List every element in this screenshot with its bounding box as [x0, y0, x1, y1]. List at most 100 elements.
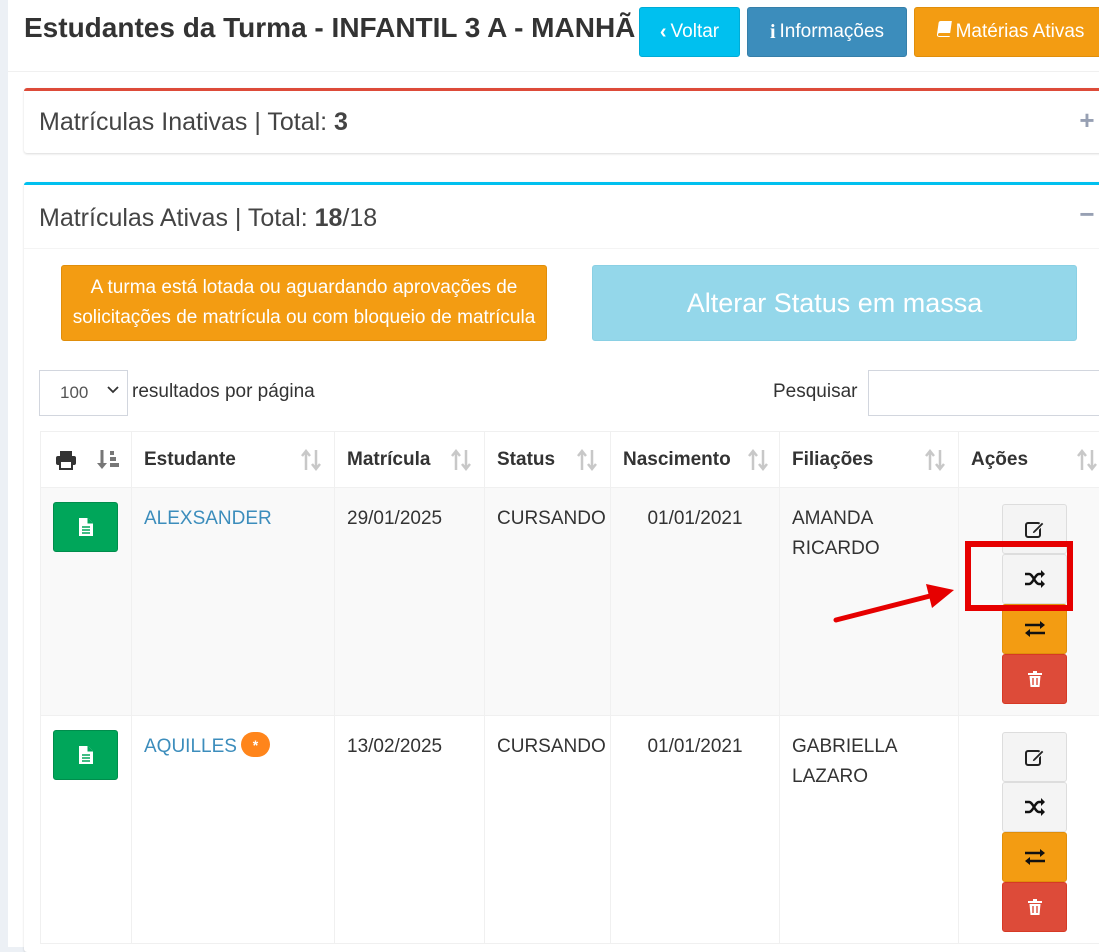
enrollment-date-cell: 29/01/2025	[335, 488, 485, 716]
student-name-cell: ALEXSANDER	[132, 488, 335, 716]
inactive-enrollments-box: Matrículas Inativas | Total: 3 +	[24, 88, 1099, 153]
info-icon: i	[770, 21, 776, 44]
row-actions	[971, 732, 1098, 932]
table-header-row: Estudante Matrícula Status Nascimento	[41, 432, 1099, 488]
active-enrollments-capacity: /18	[342, 204, 377, 232]
column-header-acoes-label: Ações	[971, 449, 1028, 470]
column-header-acoes[interactable]: Ações	[959, 432, 1099, 488]
change-class-button[interactable]	[1002, 554, 1067, 604]
student-badge: *	[241, 732, 270, 757]
student-name-link[interactable]: ALEXSANDER	[144, 508, 272, 529]
chevron-down-icon	[107, 383, 119, 395]
search-input[interactable]	[868, 370, 1099, 416]
table-row: AQUILLES* 13/02/2025 CURSANDO 01/01/2021…	[41, 716, 1099, 944]
sort-icon	[300, 449, 322, 471]
trash-icon	[1028, 671, 1042, 687]
search-label: Pesquisar	[773, 381, 858, 403]
inactive-enrollments-label: Matrículas Inativas | Total:	[39, 108, 334, 136]
page-header: Estudantes da Turma - INFANTIL 3 A - MAN…	[8, 0, 1099, 72]
expand-box-button[interactable]: +	[1076, 105, 1098, 136]
sort-icon	[450, 449, 472, 471]
active-enrollments-count: 18	[315, 204, 343, 232]
active-subjects-button-label: Matérias Ativas	[956, 21, 1085, 43]
students-table: Estudante Matrícula Status Nascimento	[40, 431, 1099, 944]
transfer-button[interactable]	[1002, 604, 1067, 654]
status-cell: CURSANDO	[485, 716, 611, 944]
file-icon	[78, 517, 94, 537]
file-icon	[78, 745, 94, 765]
student-name-cell: AQUILLES*	[132, 716, 335, 944]
birth-date-cell: 01/01/2021	[611, 716, 780, 944]
transfer-button[interactable]	[1002, 832, 1067, 882]
page-title: Estudantes da Turma - INFANTIL 3 A - MAN…	[24, 12, 635, 44]
column-header-matricula-label: Matrícula	[347, 449, 430, 470]
actions-cell	[959, 488, 1099, 716]
column-header-status-label: Status	[497, 449, 555, 470]
content-area: Estudantes da Turma - INFANTIL 3 A - MAN…	[8, 0, 1099, 947]
row-actions	[971, 504, 1098, 704]
row-tools-cell	[41, 716, 132, 944]
column-header-status[interactable]: Status	[485, 432, 611, 488]
column-header-tools	[41, 432, 132, 488]
edit-button[interactable]	[1002, 732, 1067, 782]
change-class-button[interactable]	[1002, 782, 1067, 832]
exchange-icon	[1024, 848, 1046, 866]
column-header-filiacoes[interactable]: Filiações	[780, 432, 959, 488]
box-divider	[24, 248, 1099, 249]
actions-cell	[959, 716, 1099, 944]
page-length-select[interactable]: 100	[39, 370, 128, 416]
status-cell: CURSANDO	[485, 488, 611, 716]
sort-icon	[747, 449, 769, 471]
back-button[interactable]: ‹ Voltar	[639, 7, 740, 57]
birth-date-cell: 01/01/2021	[611, 488, 780, 716]
edit-icon	[1024, 519, 1046, 539]
sort-amount-down-icon[interactable]	[97, 449, 121, 471]
column-header-nascimento[interactable]: Nascimento	[611, 432, 780, 488]
sort-icon	[924, 449, 946, 471]
sort-icon	[576, 449, 598, 471]
sort-icon	[1076, 449, 1098, 471]
print-icon[interactable]	[55, 450, 77, 470]
column-header-nascimento-label: Nascimento	[623, 449, 731, 470]
parent-name: AMANDA	[792, 504, 946, 534]
edit-icon	[1024, 747, 1046, 767]
active-enrollments-title: Matrículas Ativas | Total: 18/18	[39, 204, 377, 233]
column-header-filiacoes-label: Filiações	[792, 449, 873, 470]
shuffle-icon	[1024, 570, 1046, 588]
student-document-button[interactable]	[53, 502, 118, 552]
parent-name: RICARDO	[792, 534, 946, 564]
chevron-left-icon: ‹	[660, 21, 667, 44]
column-header-estudante-label: Estudante	[144, 449, 236, 470]
table-row: ALEXSANDER 29/01/2025 CURSANDO 01/01/202…	[41, 488, 1099, 716]
parents-cell: AMANDA RICARDO	[780, 488, 959, 716]
delete-button[interactable]	[1002, 654, 1067, 704]
shuffle-icon	[1024, 798, 1046, 816]
column-header-estudante[interactable]: Estudante	[132, 432, 335, 488]
back-button-label: Voltar	[671, 21, 720, 43]
parents-cell: GABRIELLA LAZARO	[780, 716, 959, 944]
exchange-icon	[1024, 620, 1046, 638]
inactive-enrollments-title: Matrículas Inativas | Total: 3	[39, 108, 348, 137]
edit-button[interactable]	[1002, 504, 1067, 554]
active-enrollments-label: Matrículas Ativas | Total:	[39, 204, 315, 232]
collapse-box-button[interactable]: −	[1076, 199, 1098, 230]
student-name-link[interactable]: AQUILLES	[144, 736, 237, 757]
book-icon	[934, 20, 952, 44]
info-button[interactable]: i Informações	[747, 7, 907, 57]
parent-name: LAZARO	[792, 762, 946, 792]
active-subjects-button[interactable]: Matérias Ativas	[914, 7, 1099, 57]
info-button-label: Informações	[780, 21, 885, 43]
row-tools-cell	[41, 488, 132, 716]
inactive-enrollments-total: 3	[334, 108, 348, 136]
class-full-notice-button[interactable]: A turma está lotada ou aguardando aprova…	[61, 265, 547, 341]
mass-status-change-button[interactable]: Alterar Status em massa	[592, 265, 1077, 341]
notice-line-2: solicitações de matrícula ou com bloquei…	[62, 303, 546, 333]
active-enrollments-box: Matrículas Ativas | Total: 18/18 − A tur…	[24, 182, 1099, 952]
page-length-value: 100	[60, 383, 88, 403]
enrollment-date-cell: 13/02/2025	[335, 716, 485, 944]
column-header-matricula[interactable]: Matrícula	[335, 432, 485, 488]
page-length-label: resultados por página	[132, 381, 315, 403]
parent-name: GABRIELLA	[792, 732, 946, 762]
student-document-button[interactable]	[53, 730, 118, 780]
delete-button[interactable]	[1002, 882, 1067, 932]
